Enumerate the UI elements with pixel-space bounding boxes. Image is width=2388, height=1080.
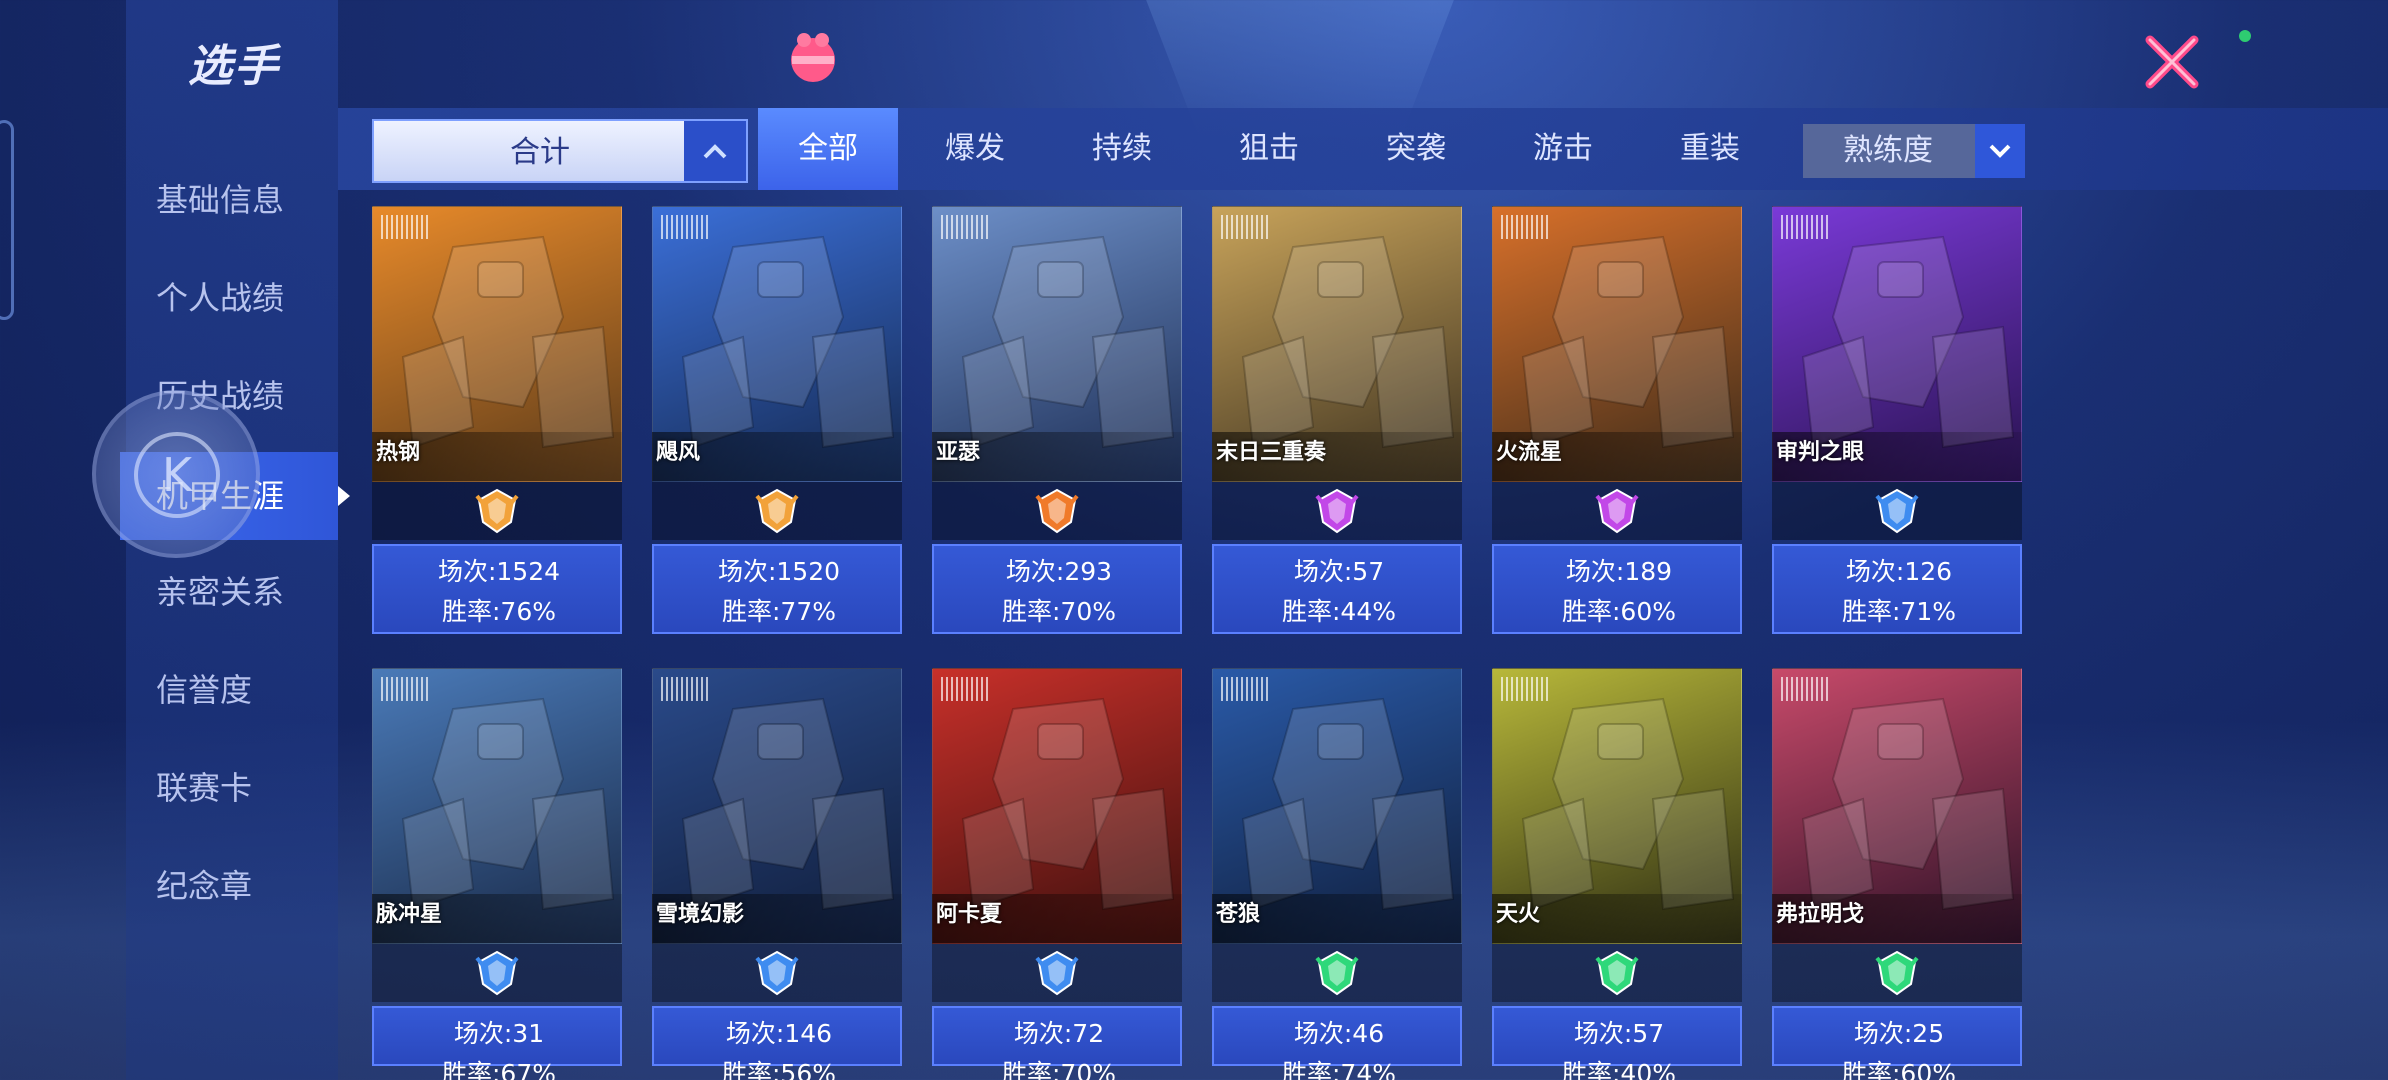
rank-badge-icon <box>755 950 799 996</box>
games-count: 场次:126 <box>1845 557 1953 586</box>
tab-assault[interactable]: 突袭 <box>1346 108 1486 190</box>
mech-name: 天火 <box>1496 902 1541 927</box>
tab-heavy[interactable]: 重装 <box>1640 108 1780 190</box>
games-count: 场次:57 <box>1293 557 1385 586</box>
gift-box-icon[interactable] <box>765 18 861 98</box>
sort-dropdown[interactable]: 熟练度 <box>1803 124 2025 178</box>
sidebar-item-basic-info[interactable]: 基础信息 <box>156 168 346 232</box>
mech-name: 弗拉明戈 <box>1776 902 1865 927</box>
games-count: 场次:189 <box>1565 557 1673 586</box>
games-count: 场次:57 <box>1573 1019 1665 1048</box>
tab-burst[interactable]: 爆发 <box>905 108 1045 190</box>
tab-skirmish[interactable]: 游击 <box>1493 108 1633 190</box>
mech-stats-panel: 场次:25 胜率:60% <box>1772 1006 2022 1080</box>
games-count: 场次:293 <box>1005 557 1113 586</box>
mech-stats-panel: 场次:46 胜率:74% <box>1212 1006 1462 1080</box>
rank-badge-icon <box>1595 950 1639 996</box>
win-rate: 胜率:56% <box>722 1059 836 1080</box>
mech-name: 审判之眼 <box>1776 440 1865 465</box>
mech-stats-panel: 场次:1520 胜率:77% <box>652 544 902 634</box>
mech-stats-panel: 场次:57 胜率:44% <box>1212 544 1462 634</box>
rank-badge-icon <box>475 488 519 534</box>
sidebar-item-relationships[interactable]: 亲密关系 <box>156 560 346 624</box>
tab-sniper[interactable]: 狙击 <box>1199 108 1339 190</box>
rank-badge-icon <box>1035 488 1079 534</box>
mech-name: 飓风 <box>656 440 701 465</box>
mech-card[interactable]: 天火 场次:57 胜率:40% <box>1492 668 1742 1080</box>
mech-stats-panel: 场次:293 胜率:70% <box>932 544 1182 634</box>
close-icon[interactable] <box>2140 30 2204 94</box>
mech-card[interactable]: 火流星 场次:189 胜率:60% <box>1492 206 1742 646</box>
mech-stats-panel: 场次:189 胜率:60% <box>1492 544 1742 634</box>
games-count: 场次:1520 <box>717 557 841 586</box>
summary-dropdown[interactable]: 合计 <box>372 119 748 183</box>
win-rate: 胜率:74% <box>1282 1059 1396 1080</box>
mech-name: 苍狼 <box>1216 902 1261 927</box>
mech-card[interactable]: 飓风 场次:1520 胜率:77% <box>652 206 902 646</box>
win-rate: 胜率:67% <box>442 1059 556 1080</box>
mech-name: 雪境幻影 <box>656 902 745 927</box>
mech-name: 脉冲星 <box>376 902 443 927</box>
rank-badge-icon <box>1315 488 1359 534</box>
win-rate: 胜率:77% <box>722 597 836 626</box>
mech-name: 火流星 <box>1496 440 1563 465</box>
k-logo-icon: K <box>134 432 220 518</box>
rank-badge-icon <box>755 488 799 534</box>
sidebar-item-medals[interactable]: 纪念章 <box>156 854 346 918</box>
games-count: 场次:31 <box>453 1019 545 1048</box>
mech-name: 热钢 <box>376 440 421 465</box>
online-status-dot <box>2239 30 2251 42</box>
mech-card[interactable]: 脉冲星 场次:31 胜率:67% <box>372 668 622 1080</box>
mech-stats-panel: 场次:146 胜率:56% <box>652 1006 902 1080</box>
win-rate: 胜率:70% <box>1002 597 1116 626</box>
win-rate: 胜率:40% <box>1562 1059 1676 1080</box>
mech-stats-panel: 场次:57 胜率:40% <box>1492 1006 1742 1080</box>
win-rate: 胜率:71% <box>1842 597 1956 626</box>
sort-dropdown-value: 熟练度 <box>1843 133 1933 168</box>
mech-card[interactable]: 亚瑟 场次:293 胜率:70% <box>932 206 1182 646</box>
win-rate: 胜率:44% <box>1282 597 1396 626</box>
win-rate: 胜率:76% <box>442 597 556 626</box>
mech-stats-panel: 场次:72 胜率:70% <box>932 1006 1182 1080</box>
mech-card[interactable]: 末日三重奏 场次:57 胜率:44% <box>1212 206 1462 646</box>
mech-name: 末日三重奏 <box>1216 440 1327 465</box>
rank-badge-icon <box>1595 488 1639 534</box>
background-floor <box>0 720 2388 1080</box>
rank-badge-icon <box>1875 488 1919 534</box>
mech-stats-panel: 场次:126 胜率:71% <box>1772 544 2022 634</box>
tab-sustain[interactable]: 持续 <box>1052 108 1192 190</box>
sidebar-item-personal-record[interactable]: 个人战绩 <box>156 266 346 330</box>
mech-card[interactable]: 雪境幻影 场次:146 胜率:56% <box>652 668 902 1080</box>
chevron-down-icon[interactable] <box>1975 124 2025 178</box>
chevron-up-icon[interactable] <box>684 121 746 181</box>
mech-card[interactable]: 阿卡夏 场次:72 胜率:70% <box>932 668 1182 1080</box>
sidebar-title: 选手 <box>188 41 280 92</box>
rank-badge-icon <box>1315 950 1359 996</box>
sidebar-item-credit[interactable]: 信誉度 <box>156 658 346 722</box>
mech-name: 亚瑟 <box>936 440 981 465</box>
rank-badge-icon <box>1875 950 1919 996</box>
games-count: 场次:72 <box>1013 1019 1105 1048</box>
left-edge-tab[interactable] <box>0 120 14 320</box>
mech-card[interactable]: 审判之眼 场次:126 胜率:71% <box>1772 206 2022 646</box>
games-count: 场次:146 <box>725 1019 833 1048</box>
mech-name: 阿卡夏 <box>936 902 1003 927</box>
mech-card[interactable]: 热钢 场次:1524 胜率:76% <box>372 206 622 646</box>
floating-assistant-button[interactable]: K <box>92 390 260 558</box>
games-count: 场次:1524 <box>437 557 561 586</box>
games-count: 场次:25 <box>1853 1019 1945 1048</box>
mech-stats-panel: 场次:31 胜率:67% <box>372 1006 622 1080</box>
mech-card[interactable]: 弗拉明戈 场次:25 胜率:60% <box>1772 668 2022 1080</box>
rank-badge-icon <box>475 950 519 996</box>
sidebar-item-league-card[interactable]: 联赛卡 <box>156 756 346 820</box>
win-rate: 胜率:60% <box>1562 597 1676 626</box>
win-rate: 胜率:60% <box>1842 1059 1956 1080</box>
win-rate: 胜率:70% <box>1002 1059 1116 1080</box>
rank-badge-icon <box>1035 950 1079 996</box>
summary-dropdown-value: 合计 <box>510 135 570 170</box>
mech-stats-panel: 场次:1524 胜率:76% <box>372 544 622 634</box>
tab-all[interactable]: 全部 <box>758 108 898 190</box>
mech-card[interactable]: 苍狼 场次:46 胜率:74% <box>1212 668 1462 1080</box>
games-count: 场次:46 <box>1293 1019 1385 1048</box>
